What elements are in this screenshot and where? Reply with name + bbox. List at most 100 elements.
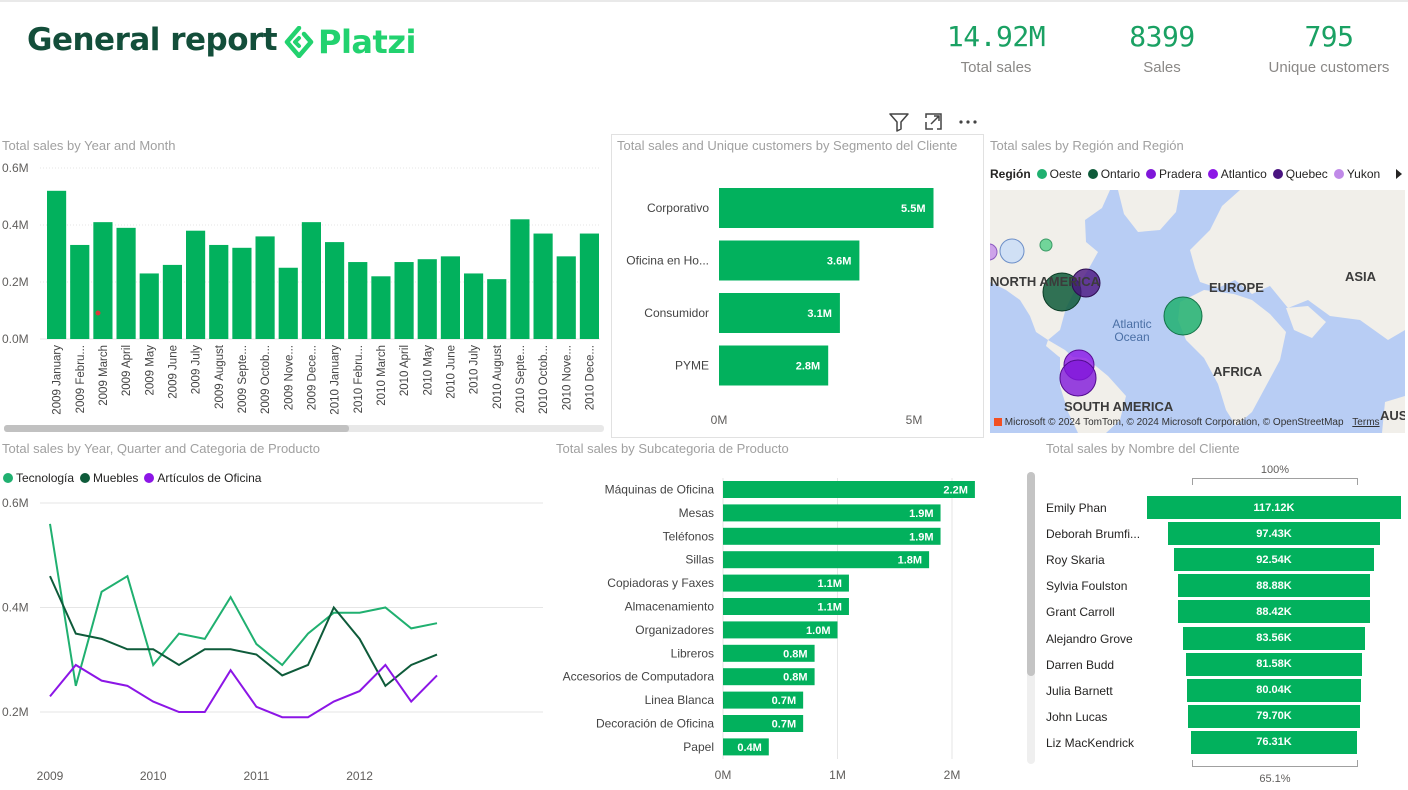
region-map[interactable]: NORTH AMERICA EUROPE ASIA AFRICA SOUTH A…: [990, 190, 1405, 433]
region-bubble-small[interactable]: [1039, 238, 1053, 252]
month-bar[interactable]: [116, 227, 136, 339]
legend-item-label[interactable]: Artículos de Oficina: [157, 471, 261, 485]
legend-dot: [1207, 169, 1218, 179]
vertical-scrollbar-track[interactable]: [1027, 472, 1035, 764]
subcategory-bar[interactable]: [723, 527, 941, 545]
subcategory-bar[interactable]: [723, 481, 975, 498]
region-bubble-pradera[interactable]: [1059, 359, 1097, 397]
funnel-top-label: 100%: [1260, 464, 1290, 476]
funnel-bar[interactable]: 79.70K: [1187, 704, 1361, 728]
legend-dot: [1272, 169, 1283, 179]
month-bar[interactable]: [394, 262, 414, 339]
segment-category-label: Oficina en Ho...: [626, 254, 709, 268]
legend-item-label[interactable]: Ontario: [1101, 167, 1140, 181]
month-bar[interactable]: [162, 264, 182, 339]
funnel-bottom-bracket: [1192, 760, 1358, 767]
funnel-bar[interactable]: 83.56K: [1183, 626, 1365, 650]
series-line[interactable]: [49, 523, 438, 687]
legend-item-label[interactable]: Muebles: [93, 471, 138, 485]
category-sales-chart: 0.6M 0.4M 0.2M 2009 2010 2011 2012: [2, 496, 543, 783]
x-tick-label: 2010 May: [422, 345, 434, 396]
monthly-sales-title: Total sales by Year and Month: [2, 138, 176, 153]
month-bar[interactable]: [186, 230, 206, 339]
month-bar[interactable]: [440, 256, 460, 339]
funnel-category-label: Deborah Brumfi...: [1046, 527, 1141, 542]
month-bar[interactable]: [255, 236, 275, 339]
month-bar[interactable]: [278, 267, 298, 339]
legend-item-label[interactable]: Tecnología: [16, 471, 74, 485]
funnel-bar[interactable]: 88.42K: [1178, 600, 1370, 624]
subcategory-data-label: 0.8M: [783, 648, 807, 660]
x-tick-label: 2009 Nove...: [283, 345, 295, 410]
map-terms-link[interactable]: Terms: [1352, 417, 1379, 428]
subcategory-label: Papel: [683, 740, 714, 754]
map-attribution-text: © 2024 TomTom, © 2024 Microsoft Corporat…: [1048, 417, 1344, 428]
legend-next-arrow-icon[interactable]: [1394, 168, 1404, 180]
segment-category-label: Consumidor: [644, 306, 709, 320]
subcategory-data-label: 1.1M: [817, 602, 841, 614]
subcategory-label: Máquinas de Oficina: [605, 483, 715, 497]
filter-icon[interactable]: [888, 112, 910, 132]
funnel-bar[interactable]: 117.12K: [1147, 496, 1401, 519]
legend-item-label[interactable]: Atlantico: [1221, 167, 1267, 181]
funnel-bar[interactable]: 88.88K: [1177, 574, 1371, 598]
legend-item-label[interactable]: Quebec: [1286, 167, 1328, 181]
subcategory-data-label: 1.9M: [909, 508, 933, 520]
month-bar[interactable]: [510, 219, 530, 339]
region-bubble-oeste[interactable]: [1163, 296, 1203, 336]
month-bar[interactable]: [325, 242, 345, 339]
subcategory-bar[interactable]: [723, 504, 941, 522]
x-tick-label: 2010 Septe...: [515, 345, 527, 413]
legend-item-label[interactable]: Yukon: [1347, 167, 1380, 181]
series-line[interactable]: [49, 663, 438, 719]
series-line[interactable]: [49, 575, 438, 688]
map-label-africa: AFRICA: [1213, 364, 1263, 379]
month-bar[interactable]: [533, 233, 553, 339]
legend-dot: [1087, 169, 1098, 179]
legend-item-label[interactable]: Oeste: [1050, 167, 1082, 181]
month-bar[interactable]: [209, 244, 229, 339]
x-tick-label: 2009 June: [167, 345, 179, 399]
kpi-total-sales: 14.92M Total sales: [921, 20, 1071, 76]
horizontal-scrollbar-thumb[interactable]: [4, 425, 349, 432]
x-tick-label: 2009 Febru...: [75, 345, 87, 413]
funnel-bar[interactable]: 76.31K: [1191, 730, 1357, 754]
vertical-scrollbar-thumb[interactable]: [1027, 472, 1035, 676]
funnel-category-label: Emily Phan: [1046, 501, 1107, 515]
funnel-bar[interactable]: 80.04K: [1187, 678, 1361, 702]
month-bar[interactable]: [579, 233, 599, 339]
kpi-sales: 8399 Sales: [1087, 20, 1237, 76]
map-brand: Microsoft: [1004, 417, 1046, 428]
month-bar[interactable]: [232, 247, 252, 339]
subcategory-data-label: 0.7M: [772, 695, 796, 707]
subcategory-label: Organizadores: [635, 623, 714, 637]
segment-sales-title: Total sales and Unique customers by Segm…: [617, 138, 958, 153]
funnel-bar[interactable]: 81.58K: [1185, 652, 1363, 676]
funnel-bottom-label: 65.1%: [1259, 773, 1291, 785]
x-tick-label: 2009: [37, 769, 64, 783]
x-tick-label: 2010 July: [469, 345, 481, 394]
funnel-bar[interactable]: 97.43K: [1168, 522, 1380, 546]
funnel-bar[interactable]: 92.54K: [1173, 548, 1375, 572]
month-bar[interactable]: [371, 276, 391, 339]
month-bar[interactable]: [47, 190, 67, 339]
month-bar[interactable]: [464, 273, 484, 339]
region-bubble-light[interactable]: [999, 238, 1025, 264]
focus-mode-icon[interactable]: [923, 112, 945, 132]
month-bar[interactable]: [417, 259, 437, 339]
x-tick-label: 2010 Dece...: [584, 345, 596, 410]
month-bar[interactable]: [556, 256, 576, 339]
month-bar[interactable]: [348, 262, 368, 339]
more-options-icon[interactable]: [957, 112, 979, 132]
region-map-title: Total sales by Región and Región: [990, 138, 1184, 153]
funnel-category-label: John Lucas: [1046, 709, 1108, 724]
legend-item-label[interactable]: Pradera: [1159, 167, 1202, 181]
month-bar[interactable]: [139, 273, 159, 339]
x-tick-label: 0M: [711, 413, 728, 427]
month-bar[interactable]: [301, 222, 321, 339]
month-bar[interactable]: [487, 279, 507, 339]
month-bar[interactable]: [93, 222, 113, 339]
month-bar[interactable]: [70, 244, 90, 339]
x-tick-label: 2010 Nove...: [561, 345, 573, 410]
subcategory-label: Decoración de Oficina: [596, 717, 714, 731]
